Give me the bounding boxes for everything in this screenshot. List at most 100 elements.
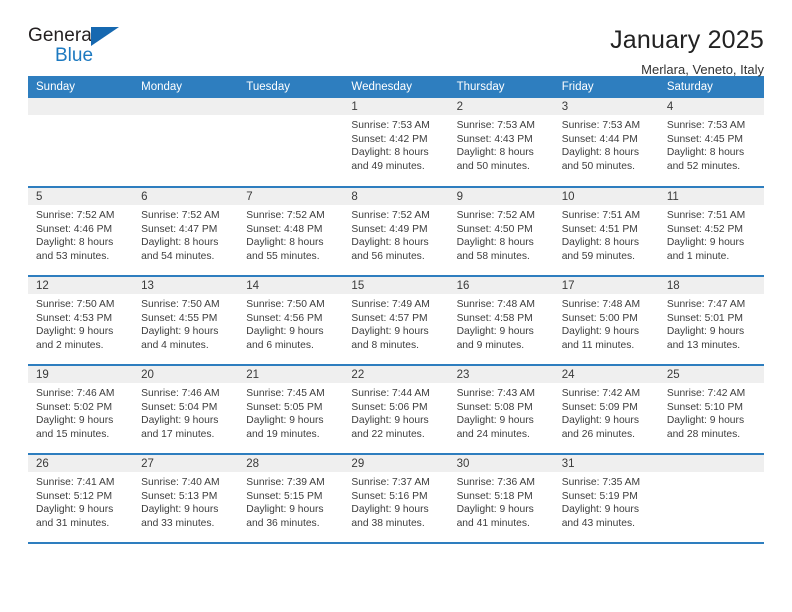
calendar-day-cell[interactable]: 9 Sunrise: 7:52 AM Sunset: 4:50 PM Daylight… [448,187,554,277]
calendar-day-cell[interactable]: 16 Sunrise: 7:48 AM Sunset: 4:58 PM Dayligh… [448,276,554,366]
day-details: Sunrise: 7:50 AM Sunset: 4:55 PM Daylight:… [133,294,238,352]
day-number: 17 [553,277,659,294]
calendar-day-cell[interactable]: 31 Sunrise: 7:35 AM Sunset: 5:19 PM Dayligh… [553,454,659,544]
day-detail-sunrise: Sunrise: 7:40 AM [141,477,220,488]
day-number [658,455,764,472]
day-detail-sunset: Sunset: 5:16 PM [351,490,428,502]
day-details: Sunrise: 7:36 AM Sunset: 5:18 PM Daylight:… [449,472,554,530]
calendar-day-cell[interactable]: 11 Sunrise: 7:51 AM Sunset: 4:52 PM Dayligh… [658,187,764,277]
day-detail-daylight-line2: and 50 minutes. [456,160,530,172]
day-details: Sunrise: 7:44 AM Sunset: 5:06 PM Daylight:… [343,383,448,441]
day-details: Sunrise: 7:51 AM Sunset: 4:51 PM Daylight:… [554,205,659,263]
day-details: Sunrise: 7:52 AM Sunset: 4:46 PM Daylight:… [28,205,133,263]
calendar-day-cell-empty [238,98,344,188]
day-detail-daylight-line1: Daylight: 8 hours [456,147,534,159]
calendar-day-cell[interactable]: 22 Sunrise: 7:44 AM Sunset: 5:06 PM Dayligh… [343,365,449,455]
day-detail-sunrise: Sunrise: 7:44 AM [351,388,430,399]
calendar-day-cell[interactable]: 14 Sunrise: 7:50 AM Sunset: 4:56 PM Dayligh… [238,276,344,366]
calendar-day-cell[interactable]: 10 Sunrise: 7:51 AM Sunset: 4:51 PM Dayligh… [553,187,659,277]
calendar-table: Sunday Monday Tuesday Wednesday Thursday… [28,76,764,544]
calendar-day-cell[interactable]: 20 Sunrise: 7:46 AM Sunset: 5:04 PM Dayligh… [133,365,239,455]
calendar-day-cell[interactable]: 5 Sunrise: 7:52 AM Sunset: 4:46 PM Daylight… [28,187,134,277]
day-number: 24 [553,366,659,383]
day-detail-daylight-line2: and 13 minutes. [666,339,741,351]
day-number: 12 [28,277,134,294]
calendar-day-cell[interactable]: 25 Sunrise: 7:42 AM Sunset: 5:10 PM Dayligh… [658,365,764,455]
day-number: 20 [133,366,239,383]
day-detail-sunset: Sunset: 5:12 PM [36,490,113,502]
day-detail-sunrise: Sunrise: 7:52 AM [456,210,535,221]
day-number: 22 [343,366,449,383]
calendar-day-cell[interactable]: 4 Sunrise: 7:53 AM Sunset: 4:45 PM Daylight… [658,98,764,188]
calendar-day-cell[interactable]: 15 Sunrise: 7:49 AM Sunset: 4:57 PM Dayligh… [343,276,449,366]
calendar-day-cell[interactable]: 24 Sunrise: 7:42 AM Sunset: 5:09 PM Dayligh… [553,365,659,455]
day-detail-sunset: Sunset: 5:08 PM [456,401,533,413]
day-detail-daylight-line2: and 52 minutes. [666,160,741,172]
day-detail-daylight-line1: Daylight: 9 hours [141,504,219,516]
day-number: 8 [343,188,449,205]
day-detail-daylight-line1: Daylight: 8 hours [561,237,639,249]
day-detail-sunset: Sunset: 5:15 PM [246,490,323,502]
calendar-day-cell[interactable]: 30 Sunrise: 7:36 AM Sunset: 5:18 PM Dayligh… [448,454,554,544]
day-detail-daylight-line2: and 50 minutes. [561,160,635,172]
calendar-day-cell[interactable]: 12 Sunrise: 7:50 AM Sunset: 4:53 PM Dayligh… [28,276,134,366]
calendar-day-cell[interactable]: 21 Sunrise: 7:45 AM Sunset: 5:05 PM Dayligh… [238,365,344,455]
day-detail-daylight-line2: and 31 minutes. [36,517,110,529]
day-detail-daylight-line2: and 1 minute. [666,250,730,262]
calendar-day-cell[interactable]: 17 Sunrise: 7:48 AM Sunset: 5:00 PM Dayligh… [553,276,659,366]
day-number [238,98,344,115]
day-detail-sunrise: Sunrise: 7:53 AM [666,120,746,131]
day-detail-sunrise: Sunrise: 7:50 AM [36,299,115,310]
day-details: Sunrise: 7:50 AM Sunset: 4:53 PM Daylight:… [28,294,133,352]
calendar-day-cell[interactable]: 13 Sunrise: 7:50 AM Sunset: 4:55 PM Dayligh… [133,276,239,366]
day-detail-daylight-line1: Daylight: 9 hours [666,326,745,338]
calendar-day-cell[interactable]: 19 Sunrise: 7:46 AM Sunset: 5:02 PM Dayligh… [28,365,134,455]
calendar-week-row: 1 Sunrise: 7:53 AM Sunset: 4:42 PM Daylight… [28,98,764,188]
calendar-day-cell[interactable]: 18 Sunrise: 7:47 AM Sunset: 5:01 PM Dayligh… [658,276,764,366]
day-number: 11 [658,188,764,205]
day-detail-sunrise: Sunrise: 7:42 AM [561,388,641,399]
day-detail-sunrise: Sunrise: 7:52 AM [36,210,115,221]
day-detail-daylight-line2: and 24 minutes. [456,428,530,440]
day-detail-sunset: Sunset: 5:13 PM [141,490,218,502]
day-number: 25 [658,366,764,383]
calendar-day-cell[interactable]: 6 Sunrise: 7:52 AM Sunset: 4:47 PM Daylight… [133,187,239,277]
calendar-day-cell[interactable]: 23 Sunrise: 7:43 AM Sunset: 5:08 PM Dayligh… [448,365,554,455]
calendar-day-cell[interactable]: 8 Sunrise: 7:52 AM Sunset: 4:49 PM Daylight… [343,187,449,277]
day-detail-daylight-line1: Daylight: 8 hours [561,147,639,159]
calendar-day-cell[interactable]: 28 Sunrise: 7:39 AM Sunset: 5:15 PM Dayligh… [238,454,344,544]
calendar-day-cell[interactable]: 26 Sunrise: 7:41 AM Sunset: 5:12 PM Dayligh… [28,454,134,544]
day-detail-daylight-line2: and 38 minutes. [351,517,425,529]
day-number: 28 [238,455,344,472]
calendar-day-cell[interactable]: 1 Sunrise: 7:53 AM Sunset: 4:42 PM Daylight… [343,98,449,188]
day-number: 27 [133,455,239,472]
day-number: 14 [238,277,344,294]
calendar-day-cell[interactable]: 7 Sunrise: 7:52 AM Sunset: 4:48 PM Daylight… [238,187,344,277]
day-number [28,98,134,115]
calendar-day-cell[interactable]: 29 Sunrise: 7:37 AM Sunset: 5:16 PM Dayligh… [343,454,449,544]
day-detail-sunrise: Sunrise: 7:46 AM [141,388,220,399]
day-detail-daylight-line1: Daylight: 9 hours [456,326,534,338]
day-detail-sunrise: Sunrise: 7:46 AM [36,388,115,399]
day-detail-sunrise: Sunrise: 7:52 AM [246,210,325,221]
day-details: Sunrise: 7:52 AM Sunset: 4:50 PM Daylight:… [449,205,554,263]
day-detail-daylight-line1: Daylight: 9 hours [456,504,534,516]
day-detail-sunrise: Sunrise: 7:48 AM [456,299,535,310]
calendar-day-cell[interactable]: 3 Sunrise: 7:53 AM Sunset: 4:44 PM Daylight… [553,98,659,188]
day-detail-sunset: Sunset: 5:10 PM [666,401,743,413]
day-detail-daylight-line1: Daylight: 8 hours [141,237,219,249]
brand-logo[interactable]: General Blue [28,26,132,76]
calendar-body: 1 Sunrise: 7:53 AM Sunset: 4:42 PM Daylight… [28,98,764,544]
calendar-day-cell[interactable]: 27 Sunrise: 7:40 AM Sunset: 5:13 PM Dayligh… [133,454,239,544]
day-detail-sunrise: Sunrise: 7:36 AM [456,477,535,488]
day-detail-sunset: Sunset: 4:47 PM [141,223,218,235]
weekday-header-wednesday: Wednesday [343,76,449,98]
day-detail-daylight-line1: Daylight: 9 hours [351,326,429,338]
weekday-header-saturday: Saturday [658,76,764,98]
day-detail-daylight-line1: Daylight: 8 hours [246,237,324,249]
day-details: Sunrise: 7:49 AM Sunset: 4:57 PM Daylight:… [343,294,448,352]
day-details: Sunrise: 7:35 AM Sunset: 5:19 PM Daylight:… [554,472,659,530]
day-details: Sunrise: 7:51 AM Sunset: 4:52 PM Daylight:… [659,205,764,263]
calendar-day-cell[interactable]: 2 Sunrise: 7:53 AM Sunset: 4:43 PM Daylight… [448,98,554,188]
day-number: 31 [553,455,659,472]
